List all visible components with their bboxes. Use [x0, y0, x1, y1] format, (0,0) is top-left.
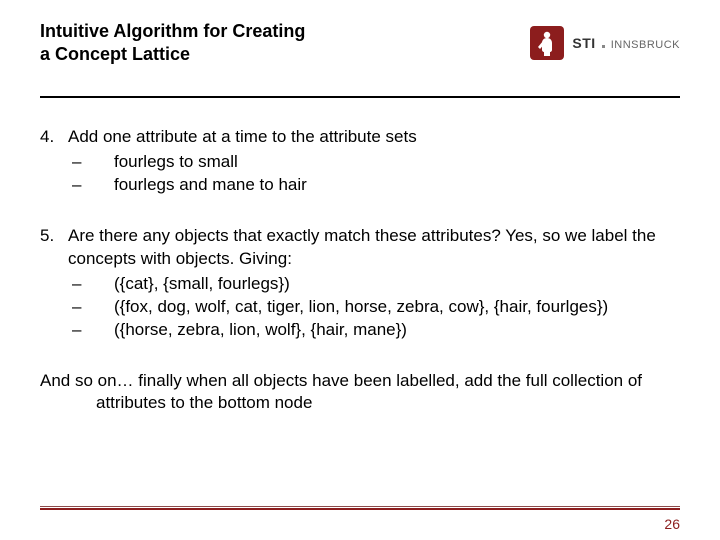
- list-number: 5.: [40, 225, 68, 342]
- closing-paragraph: And so on… finally when all objects have…: [40, 370, 680, 416]
- list-lead: Are there any objects that exactly match…: [68, 226, 656, 268]
- logo-icon: [530, 26, 564, 60]
- sublist-item: – fourlegs to small: [68, 151, 680, 174]
- logo-innsbruck: INNSBRUCK: [611, 39, 680, 51]
- sublist-item: – fourlegs and mane to hair: [68, 174, 680, 197]
- list-body: Are there any objects that exactly match…: [68, 225, 680, 342]
- dash-icon: –: [68, 296, 114, 319]
- list-number: 4.: [40, 126, 68, 197]
- sublist-item: – ({cat}, {small, fourlegs}): [68, 273, 680, 296]
- closing-text: And so on… finally when all objects have…: [40, 370, 680, 416]
- dash-icon: –: [68, 151, 114, 174]
- sublist-text: ({fox, dog, wolf, cat, tiger, lion, hors…: [114, 296, 608, 319]
- sublist-text: ({cat}, {small, fourlegs}): [114, 273, 290, 296]
- slide: Intuitive Algorithm for Creating a Conce…: [0, 0, 720, 540]
- sublist-item: – ({fox, dog, wolf, cat, tiger, lion, ho…: [68, 296, 680, 319]
- list-lead: Add one attribute at a time to the attri…: [68, 127, 417, 146]
- slide-header: Intuitive Algorithm for Creating a Conce…: [0, 0, 720, 92]
- title-line-1: Intuitive Algorithm for Creating: [40, 21, 305, 41]
- title-line-2: a Concept Lattice: [40, 44, 190, 64]
- sublist-text: ({horse, zebra, lion, wolf}, {hair, mane…: [114, 319, 407, 342]
- sublist-item: – ({horse, zebra, lion, wolf}, {hair, ma…: [68, 319, 680, 342]
- sublist-text: fourlegs to small: [114, 151, 238, 174]
- footer-divider: [40, 506, 680, 510]
- page-number: 26: [664, 516, 680, 532]
- logo-text: STI INNSBRUCK: [572, 35, 680, 51]
- list-item: 4. Add one attribute at a time to the at…: [40, 126, 680, 197]
- list-body: Add one attribute at a time to the attri…: [68, 126, 680, 197]
- dash-icon: –: [68, 174, 114, 197]
- logo-sti: STI: [572, 35, 595, 51]
- list-item: 5. Are there any objects that exactly ma…: [40, 225, 680, 342]
- dash-icon: –: [68, 273, 114, 296]
- ordered-list: 4. Add one attribute at a time to the at…: [40, 126, 680, 342]
- slide-title: Intuitive Algorithm for Creating a Conce…: [40, 20, 440, 65]
- sublist-text: fourlegs and mane to hair: [114, 174, 307, 197]
- dash-icon: –: [68, 319, 114, 342]
- logo: STI INNSBRUCK: [530, 26, 680, 60]
- sublist: – fourlegs to small – fourlegs and mane …: [68, 151, 680, 197]
- slide-content: 4. Add one attribute at a time to the at…: [0, 98, 720, 415]
- sublist: – ({cat}, {small, fourlegs}) – ({fox, do…: [68, 273, 680, 342]
- logo-separator-icon: [602, 45, 605, 48]
